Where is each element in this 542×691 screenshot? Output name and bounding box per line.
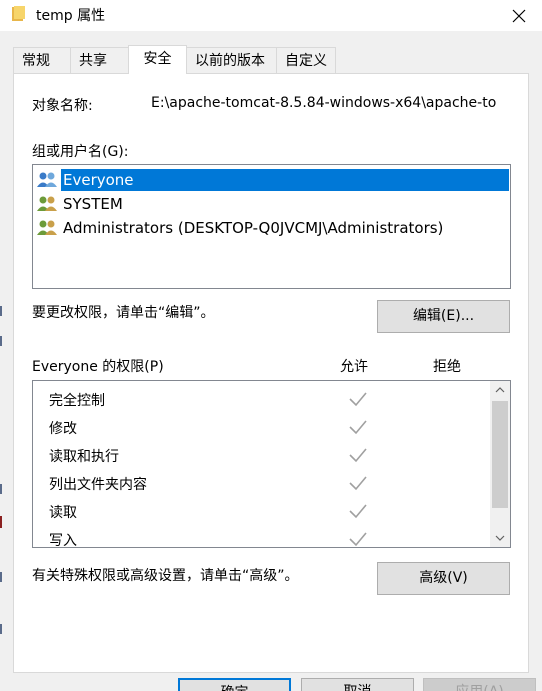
tab-customize[interactable]: 自定义	[276, 47, 336, 74]
object-name-label: 对象名称:	[32, 98, 93, 114]
advanced-button[interactable]: 高级(V)	[377, 562, 510, 595]
permissions-label: Everyone 的权限(P)	[32, 359, 164, 375]
scroll-thumb[interactable]	[492, 401, 508, 508]
list-item-system[interactable]: SYSTEM	[37, 192, 125, 216]
background-mark	[0, 624, 2, 634]
cancel-button[interactable]: 取消	[301, 678, 414, 691]
check-icon	[349, 476, 367, 491]
permissions-scrollbar[interactable]	[490, 381, 510, 547]
background-strip	[0, 31, 13, 691]
title-bar: temp 属性	[0, 0, 542, 31]
users-icon	[37, 172, 57, 187]
ok-button[interactable]: 确定	[178, 678, 291, 691]
user-name: Everyone	[61, 169, 509, 191]
background-mark	[0, 516, 2, 528]
tab-sharing[interactable]: 共享	[70, 47, 129, 74]
users-icon	[37, 220, 57, 235]
check-icon	[349, 392, 367, 407]
permission-name: 完全控制	[49, 393, 105, 409]
user-name: SYSTEM	[63, 195, 123, 213]
group-or-user-label: 组或用户名(G):	[32, 144, 129, 160]
list-item-everyone[interactable]: Everyone	[37, 168, 509, 192]
check-icon	[349, 504, 367, 519]
background-mark	[0, 484, 2, 494]
permission-name: 读取和执行	[49, 449, 119, 465]
check-icon	[349, 532, 367, 547]
check-icon	[349, 448, 367, 463]
permission-name: 读取	[49, 505, 77, 521]
tab-bar: 常规 共享 安全 以前的版本 自定义	[13, 45, 336, 74]
users-icon	[37, 196, 57, 211]
scroll-down-button[interactable]	[490, 529, 510, 547]
tab-general[interactable]: 常规	[13, 47, 71, 74]
permission-name: 修改	[49, 421, 77, 437]
deny-header: 拒绝	[433, 359, 461, 375]
background-mark	[0, 572, 2, 582]
background-mark	[0, 306, 2, 316]
permission-name: 写入	[49, 533, 77, 548]
close-icon	[512, 9, 526, 22]
tab-security[interactable]: 安全	[128, 45, 187, 74]
users-listbox[interactable]: Everyone SYSTEM Administrators (DESKTOP-…	[32, 164, 511, 289]
chevron-up-icon	[495, 387, 505, 393]
permissions-list[interactable]: 完全控制 修改 读取和执行 列出文件夹内容 读取 写入	[32, 380, 511, 548]
scroll-up-button[interactable]	[490, 381, 510, 399]
check-icon	[349, 420, 367, 435]
edit-hint: 要更改权限，请单击“编辑”。	[32, 305, 215, 321]
object-name-value: E:\apache-tomcat-8.5.84-windows-x64\apac…	[151, 95, 497, 111]
tab-previous-versions[interactable]: 以前的版本	[186, 47, 277, 74]
advanced-hint: 有关特殊权限或高级设置，请单击“高级”。	[32, 568, 299, 584]
close-button[interactable]	[496, 0, 542, 31]
permission-name: 列出文件夹内容	[49, 477, 147, 493]
edit-button[interactable]: 编辑(E)...	[377, 300, 510, 333]
apply-button[interactable]: 应用(A)	[423, 678, 536, 691]
folder-icon	[12, 6, 25, 21]
background-mark	[0, 336, 2, 346]
chevron-down-icon	[495, 535, 505, 541]
user-name: Administrators (DESKTOP-Q0JVCMJ\Administ…	[63, 219, 444, 237]
list-item-administrators[interactable]: Administrators (DESKTOP-Q0JVCMJ\Administ…	[37, 216, 445, 240]
allow-header: 允许	[340, 359, 368, 375]
window-title: temp 属性	[36, 8, 106, 24]
